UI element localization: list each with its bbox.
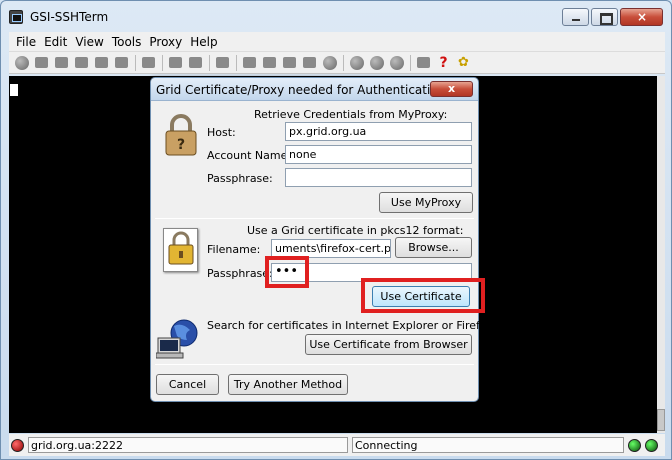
myproxy-passphrase-input[interactable] bbox=[285, 168, 472, 187]
browser-heading: Search for certificates in Internet Expl… bbox=[207, 319, 497, 332]
host-input[interactable]: px.grid.org.ua bbox=[285, 122, 472, 141]
title-bar[interactable]: GSI-SSHTerm × bbox=[1, 1, 671, 31]
svg-text:?: ? bbox=[177, 137, 185, 153]
print-preview-icon[interactable] bbox=[112, 54, 131, 72]
menu-proxy[interactable]: Proxy bbox=[145, 35, 186, 49]
account-name-label: Account Name: bbox=[207, 149, 292, 162]
try-another-method-button[interactable]: Try Another Method bbox=[228, 374, 348, 395]
paste-icon[interactable] bbox=[186, 54, 205, 72]
maximize-button[interactable] bbox=[591, 8, 618, 26]
dialog-title: Grid Certificate/Proxy needed for Authen… bbox=[156, 83, 446, 97]
settings-icon[interactable] bbox=[139, 54, 158, 72]
cancel-button[interactable]: Cancel bbox=[156, 374, 219, 395]
host-label: Host: bbox=[207, 126, 236, 139]
highlight-use-certificate bbox=[361, 278, 485, 313]
auth-dialog: Grid Certificate/Proxy needed for Authen… bbox=[150, 77, 497, 402]
status-led-green-icon bbox=[628, 438, 641, 452]
circle-gray-icon[interactable] bbox=[347, 54, 366, 72]
account-name-input[interactable]: none bbox=[285, 145, 472, 164]
myproxy-heading: Retrieve Credentials from MyProxy: bbox=[254, 108, 448, 121]
help-icon[interactable]: ? bbox=[434, 54, 453, 72]
tunnel-icon[interactable] bbox=[300, 54, 319, 72]
computer-globe-icon bbox=[155, 318, 200, 360]
toolbar-separator bbox=[159, 54, 165, 72]
scrollbar-thumb[interactable] bbox=[657, 409, 665, 431]
use-certificate-from-browser-button[interactable]: Use Certificate from Browser bbox=[305, 334, 472, 355]
flower-icon[interactable]: ✿ bbox=[454, 54, 473, 72]
circle-gray-icon[interactable] bbox=[367, 54, 386, 72]
circle-gray-icon[interactable] bbox=[387, 54, 406, 72]
pkcs12-heading: Use a Grid certificate in pkcs12 format: bbox=[247, 224, 464, 237]
toolbar-separator bbox=[206, 54, 212, 72]
dialog-close-button[interactable]: x bbox=[430, 81, 473, 97]
close-window-button[interactable]: × bbox=[620, 8, 663, 26]
eye-icon[interactable] bbox=[12, 54, 31, 72]
browse-button[interactable]: Browse... bbox=[395, 237, 472, 258]
toolbar-separator bbox=[233, 54, 239, 72]
toolbar-separator bbox=[407, 54, 413, 72]
menu-bar: File Edit View Tools Proxy Help bbox=[9, 32, 665, 52]
menu-help[interactable]: Help bbox=[186, 35, 221, 49]
padlock-certificate-icon bbox=[163, 228, 199, 272]
open-folder-icon[interactable] bbox=[32, 54, 51, 72]
menu-edit[interactable]: Edit bbox=[40, 35, 71, 49]
section-divider bbox=[155, 218, 474, 219]
print-icon[interactable] bbox=[92, 54, 111, 72]
status-led-red-icon bbox=[11, 438, 24, 452]
session-icon[interactable] bbox=[280, 54, 299, 72]
menu-view[interactable]: View bbox=[71, 35, 107, 49]
highlight-passphrase bbox=[265, 256, 309, 288]
copy-icon[interactable] bbox=[166, 54, 185, 72]
close-icon: × bbox=[637, 10, 648, 24]
section-divider bbox=[155, 364, 474, 365]
toolbar-separator bbox=[132, 54, 138, 72]
menu-file[interactable]: File bbox=[12, 35, 40, 49]
filename-label: Filename: bbox=[207, 243, 261, 256]
vertical-scrollbar[interactable] bbox=[657, 76, 665, 433]
tools-icon[interactable] bbox=[414, 54, 433, 72]
toolbar-separator bbox=[340, 54, 346, 72]
minimize-button[interactable] bbox=[562, 8, 589, 26]
myproxy-passphrase-label: Passphrase: bbox=[207, 172, 273, 185]
terminal-cursor bbox=[10, 84, 18, 96]
disk-icon[interactable] bbox=[72, 54, 91, 72]
padlock-closed-icon: ? bbox=[163, 114, 199, 156]
dialog-title-bar[interactable]: Grid Certificate/Proxy needed for Authen… bbox=[151, 78, 478, 101]
toolbar: ? ✿ bbox=[9, 52, 665, 74]
status-led-green-icon bbox=[645, 438, 658, 452]
terminal-app-icon bbox=[9, 10, 23, 24]
keys-icon[interactable] bbox=[260, 54, 279, 72]
status-bar: grid.org.ua:2222 Connecting bbox=[9, 434, 665, 456]
key-icon[interactable] bbox=[240, 54, 259, 72]
certificate-passphrase-label: Passphrase: bbox=[207, 267, 273, 280]
connect-icon[interactable] bbox=[52, 54, 71, 72]
menu-tools[interactable]: Tools bbox=[108, 35, 146, 49]
window-title: GSI-SSHTerm bbox=[30, 10, 109, 24]
status-host: grid.org.ua:2222 bbox=[28, 437, 348, 453]
use-myproxy-button[interactable]: Use MyProxy bbox=[379, 192, 473, 213]
edit-icon[interactable] bbox=[213, 54, 232, 72]
globe-icon[interactable] bbox=[320, 54, 339, 72]
status-state: Connecting bbox=[352, 437, 624, 453]
